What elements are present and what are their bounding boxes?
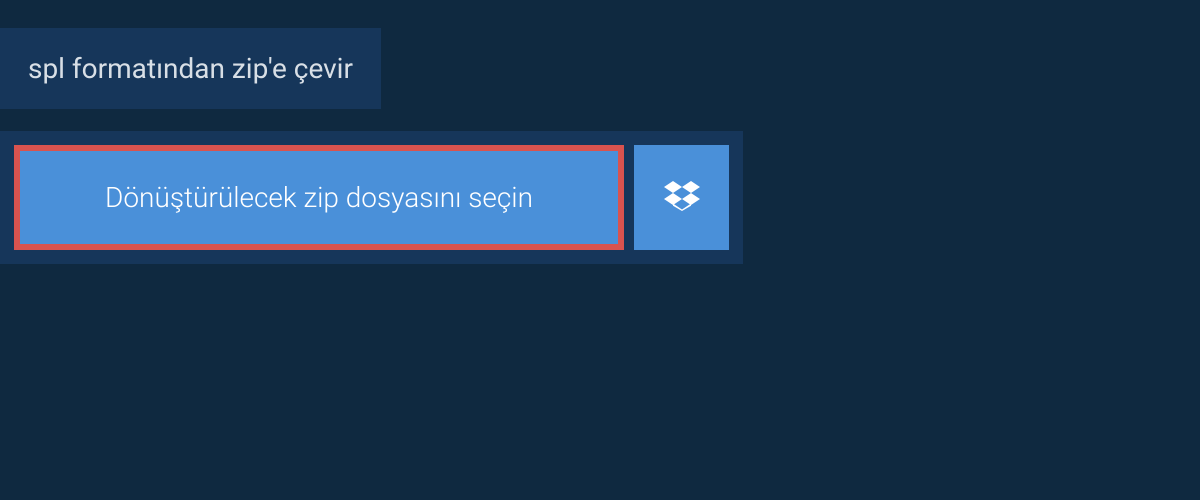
page-title: spl formatından zip'e çevir	[28, 52, 353, 85]
select-file-button-label: Dönüştürülecek zip dosyasını seçin	[105, 181, 533, 214]
page-title-tab: spl formatından zip'e çevir	[0, 28, 381, 109]
upload-panel: Dönüştürülecek zip dosyasını seçin	[0, 131, 743, 264]
dropbox-button[interactable]	[634, 145, 729, 250]
dropbox-icon	[664, 178, 700, 218]
select-file-button[interactable]: Dönüştürülecek zip dosyasını seçin	[14, 145, 624, 250]
